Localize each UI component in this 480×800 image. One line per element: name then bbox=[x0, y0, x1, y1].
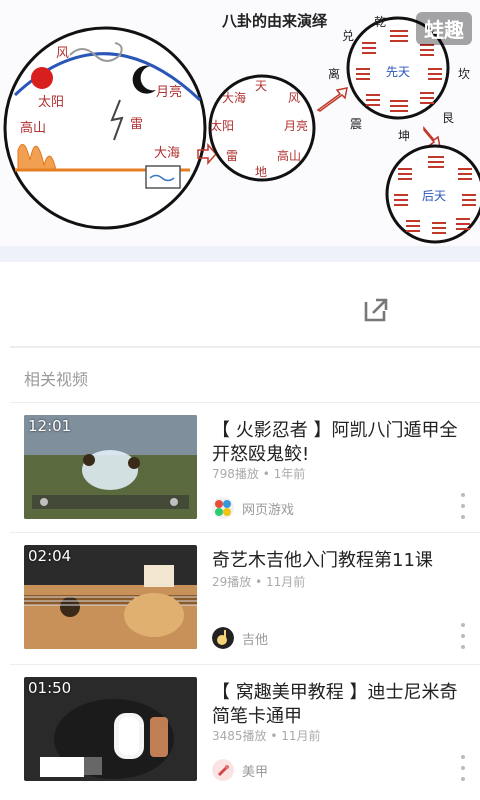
label-kan: 坎 bbox=[458, 67, 470, 81]
label-mid-gaoshan: 高山 bbox=[277, 148, 301, 163]
diagram-title: 八卦的由来演绎 bbox=[221, 12, 328, 30]
label-xiantian: 先天 bbox=[386, 65, 410, 79]
video-meta: 3485播放 • 11月前 bbox=[212, 729, 321, 743]
play-count: 3485播放 bbox=[212, 729, 267, 743]
category-label: 美甲 bbox=[242, 764, 269, 780]
category-tag[interactable]: 美甲 bbox=[212, 759, 268, 781]
video-thumbnail[interactable]: 02:04 bbox=[24, 545, 197, 649]
publish-time: 11月前 bbox=[281, 729, 321, 743]
label-lei: 雷 bbox=[130, 117, 143, 132]
label-yueliang: 月亮 bbox=[156, 84, 182, 100]
label-mid-lei: 雷 bbox=[226, 149, 238, 163]
video-duration: 01:50 bbox=[28, 679, 72, 697]
label-gaoshan: 高山 bbox=[20, 120, 46, 136]
action-bar bbox=[0, 262, 480, 348]
more-vertical-icon[interactable] bbox=[458, 623, 468, 649]
label-gen: 艮 bbox=[442, 111, 454, 125]
label-mid-taiyang: 太阳 bbox=[210, 118, 234, 133]
share-external-icon bbox=[364, 298, 388, 322]
nail-category-icon bbox=[212, 759, 234, 781]
label-kun: 坤 bbox=[398, 128, 410, 143]
label-di: 地 bbox=[255, 165, 267, 179]
label-houtian: 后天 bbox=[422, 189, 446, 203]
label-mid-feng: 风 bbox=[288, 91, 300, 105]
publish-time: 1年前 bbox=[273, 467, 306, 481]
video-thumbnail[interactable]: 01:50 bbox=[24, 677, 197, 781]
label-dui: 兑 bbox=[342, 29, 354, 43]
label-feng: 风 bbox=[56, 46, 69, 61]
label-taiyang: 太阳 bbox=[38, 95, 64, 110]
watermark-logo: 蛙趣 bbox=[416, 12, 472, 45]
video-title[interactable]: 奇艺木吉他入门教程第11课 bbox=[212, 549, 474, 573]
video-duration: 02:04 bbox=[28, 547, 72, 565]
play-count: 798播放 bbox=[212, 467, 259, 481]
video-title[interactable]: 【 火影忍者 】阿凯八门遁甲全开怒殴鬼鲛! bbox=[212, 419, 474, 467]
label-zhen: 震 bbox=[350, 117, 362, 131]
video-meta: 798播放 • 1年前 bbox=[212, 467, 306, 481]
category-tag[interactable]: 吉他 bbox=[212, 627, 268, 649]
label-qian: 乾 bbox=[374, 15, 386, 29]
video-thumbnail[interactable]: 12:01 bbox=[24, 415, 197, 519]
video-meta: 29播放 • 11月前 bbox=[212, 575, 306, 589]
video-duration: 12:01 bbox=[28, 417, 72, 435]
game-category-icon bbox=[212, 497, 234, 519]
video-card[interactable]: 12:01 【 火影忍者 】阿凯八门遁甲全开怒殴鬼鲛! 798播放 • 1年前 … bbox=[10, 402, 480, 521]
label-tian: 天 bbox=[255, 79, 267, 93]
label-mid-yueliang: 月亮 bbox=[284, 118, 308, 133]
label-dahai: 大海 bbox=[154, 146, 180, 161]
share-button[interactable] bbox=[356, 290, 396, 330]
bagua-diagram: 八卦的由来演绎 风 太阳 月亮 雷 高山 大海 天 大海 风 太阳 月亮 雷 高… bbox=[0, 12, 480, 262]
more-vertical-icon[interactable] bbox=[458, 493, 468, 519]
label-li: 离 bbox=[328, 66, 340, 81]
divider bbox=[10, 346, 480, 348]
video-title[interactable]: 【 窝趣美甲教程 】迪士尼米奇简笔卡通甲 bbox=[212, 681, 474, 729]
guitar-category-icon bbox=[212, 627, 234, 649]
category-label: 吉他 bbox=[242, 632, 269, 648]
video-card[interactable]: 01:50 【 窝趣美甲教程 】迪士尼米奇简笔卡通甲 3485播放 • 11月前… bbox=[10, 664, 480, 783]
more-vertical-icon[interactable] bbox=[458, 755, 468, 781]
play-count: 29播放 bbox=[212, 575, 252, 589]
video-player[interactable]: 八卦的由来演绎 风 太阳 月亮 雷 高山 大海 天 大海 风 太阳 月亮 雷 高… bbox=[0, 0, 480, 262]
label-mid-dahai: 大海 bbox=[222, 90, 246, 105]
publish-time: 11月前 bbox=[266, 575, 306, 589]
category-tag[interactable]: 网页游戏 bbox=[212, 497, 294, 519]
video-card[interactable]: 02:04 奇艺木吉他入门教程第11课 29播放 • 11月前 吉他 bbox=[10, 532, 480, 651]
category-label: 网页游戏 bbox=[242, 502, 295, 518]
related-videos-title: 相关视频 bbox=[24, 370, 89, 389]
